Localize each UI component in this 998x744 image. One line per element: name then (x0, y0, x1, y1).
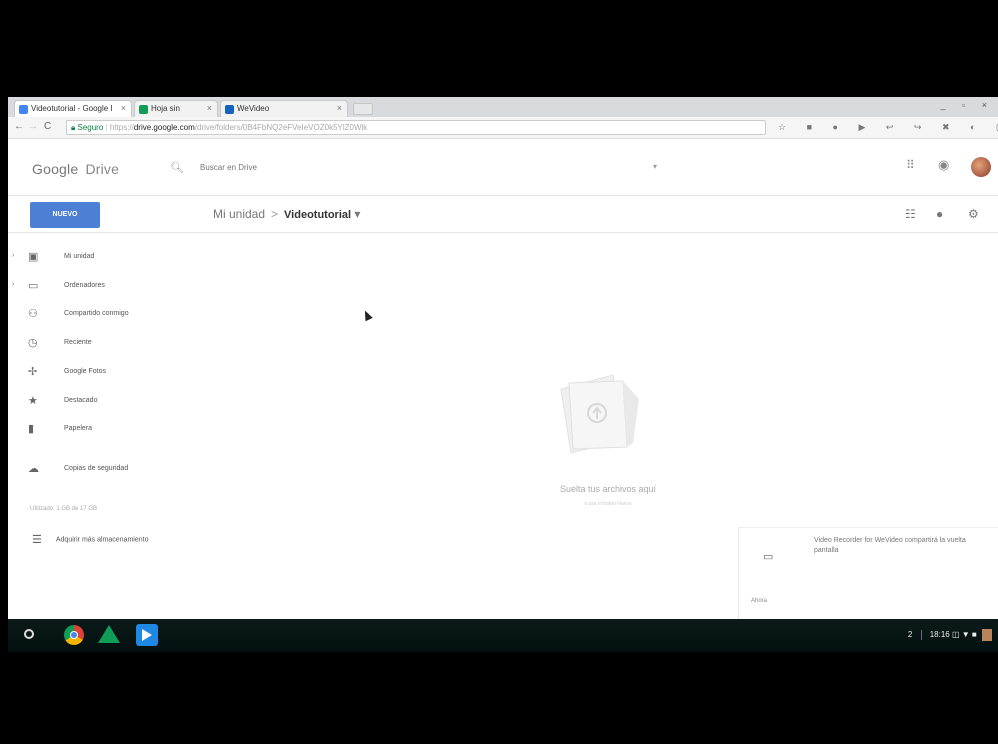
search-input[interactable] (200, 163, 650, 172)
expand-arrow-icon[interactable]: › (12, 252, 14, 259)
breadcrumb-separator: > (271, 207, 279, 221)
url-scheme: https:// (109, 123, 134, 132)
close-icon[interactable]: × (337, 103, 342, 113)
sidebar-item-mi-unidad[interactable]: › ▣ Mi unidad (8, 249, 208, 267)
close-icon[interactable]: × (207, 103, 212, 113)
forward-icon[interactable]: → (28, 121, 38, 132)
sidebar-item-label: Papelera (64, 425, 93, 432)
tray-number: 2 (907, 630, 913, 640)
url-field[interactable]: 🔒︎ Seguro | https://drive.google.com/dri… (66, 120, 766, 135)
tray-status-icons: ◫ ▼ ■ (952, 630, 977, 640)
sidebar-item-reciente[interactable]: ◷ Reciente (8, 335, 208, 353)
sidebar-item-compartido[interactable]: ⚇ Compartido conmigo (8, 306, 208, 324)
sidebar-item-google-fotos[interactable]: ✢ Google Fotos (8, 364, 208, 382)
chrome-app-icon[interactable] (64, 625, 84, 645)
system-tray[interactable]: 2 18:16 ◫ ▼ ■ (908, 629, 992, 641)
apps-grid-icon[interactable]: ⠿ (906, 158, 915, 172)
empty-state-message: Suelta tus archivos aquí (559, 484, 657, 494)
tab-hoja[interactable]: Hoja sin × (134, 100, 218, 117)
search-options-icon[interactable]: ▾ (653, 162, 657, 171)
tab-label: Videotutorial - Google I (31, 104, 113, 113)
google-drive-logo[interactable]: Google Drive (32, 161, 119, 177)
pinwheel-icon: ✢ (28, 366, 38, 378)
chromebook-screen: Videotutorial - Google I × Hoja sin × We… (8, 97, 998, 652)
sidebar-item-label: Compartido conmigo (64, 310, 129, 317)
sidebar-item-label: Mi unidad (64, 253, 95, 260)
star-icon: ★ (28, 395, 38, 407)
chromeos-shelf: 2 18:16 ◫ ▼ ■ (8, 619, 998, 652)
breadcrumb-current[interactable]: Videotutorial (284, 209, 351, 221)
wevideo-tab-icon (225, 105, 234, 114)
window-controls[interactable]: _ ▫ × (941, 100, 994, 110)
drive-toolbar: NUEVO Mi unidad > Videotutorial ▾ ☷ ● ⚙ (8, 197, 998, 233)
lock-icon: 🔒︎ (71, 123, 76, 132)
sidebar-item-papelera[interactable]: ▮ Papelera (8, 421, 208, 439)
tab-strip: Videotutorial - Google I × Hoja sin × We… (8, 97, 998, 117)
screen-icon: ▭ (763, 551, 774, 563)
sidebar-item-label: Google Fotos (64, 368, 107, 375)
clock-time: 18:16 (929, 630, 950, 640)
tab-wevideo[interactable]: WeVideo × (220, 100, 348, 117)
sidebar-item-ordenadores[interactable]: › ▭ Ordenadores (8, 278, 208, 296)
avatar[interactable] (971, 157, 991, 177)
notification-timestamp: Ahora (751, 598, 768, 604)
breadcrumb: Mi unidad > Videotutorial ▾ (213, 207, 360, 221)
drive-icon: ▣ (28, 251, 39, 263)
drive-header: Google Drive 🔍︎ ▾ ⠿ ◉ (8, 140, 998, 196)
buy-storage-link[interactable]: ☰ Adquirir más almacenamiento (32, 533, 148, 546)
user-avatar-icon (982, 629, 992, 641)
new-tab-button[interactable] (353, 103, 373, 115)
mouse-cursor (361, 308, 373, 322)
screen-share-notification[interactable]: ▭ Video Recorder for WeVideo compartirá … (738, 527, 998, 620)
empty-folder-illustration (560, 374, 639, 454)
url-path: /drive/folders/0B4FbNQ2eFVeIeVOZ0k5YlZ0W… (194, 123, 368, 132)
url-host: drive.google.com (133, 123, 195, 132)
sidebar-item-label: Destacado (64, 397, 98, 404)
new-button[interactable]: NUEVO (30, 202, 100, 228)
storage-icon: ☰ (32, 534, 42, 546)
expand-arrow-icon[interactable]: › (12, 281, 14, 288)
empty-state-submessage: o usa el botón Nuevo (584, 501, 632, 507)
close-icon[interactable]: × (121, 103, 126, 113)
notification-text: Video Recorder for WeVideo compartirá la… (814, 537, 966, 554)
reload-icon[interactable]: C (44, 121, 51, 132)
sidebar-item-label: Reciente (64, 339, 92, 346)
drive-tab-icon (19, 105, 28, 114)
gear-icon[interactable]: ⚙ (968, 207, 979, 221)
sidebar-item-copias[interactable]: ☁ Copias de seguridad (8, 461, 208, 479)
breadcrumb-root[interactable]: Mi unidad (213, 207, 265, 221)
extension-icons[interactable]: ☆ ■ ● ▶ ↩ ↪ ✖ ◐ ▢ ⋮ (778, 122, 998, 133)
people-icon: ⚇ (28, 308, 38, 320)
tab-label: Hoja sin (151, 104, 180, 113)
tab-label: WeVideo (237, 104, 270, 113)
wevideo-app-icon[interactable] (136, 624, 158, 646)
drive-app-icon[interactable] (98, 625, 120, 643)
notifications-icon[interactable]: ◉ (938, 157, 949, 173)
trash-icon: ▮ (28, 423, 35, 435)
list-view-icon[interactable]: ☷ (905, 207, 916, 221)
sidebar-item-destacado[interactable]: ★ Destacado (8, 393, 208, 411)
back-icon[interactable]: ← (14, 121, 24, 132)
cloud-icon: ☁ (28, 463, 39, 475)
storage-usage: Utilizado: 1 GB de 17 GB (30, 506, 98, 512)
sidebar-item-label: Copias de seguridad (64, 465, 129, 472)
google-wordmark: Google (32, 161, 79, 177)
chevron-down-icon[interactable]: ▾ (354, 207, 360, 221)
sheets-tab-icon (139, 105, 148, 114)
computer-icon: ▭ (28, 280, 39, 292)
buy-storage-label: Adquirir más almacenamiento (55, 536, 149, 544)
product-name: Drive (85, 161, 120, 177)
search-icon[interactable]: 🔍︎ (170, 161, 184, 174)
secure-label: Seguro (77, 123, 104, 132)
address-bar: ← → C 🔒︎ Seguro | https://drive.google.c… (8, 117, 998, 139)
launcher-icon[interactable] (24, 629, 34, 639)
clock-icon: ◷ (28, 337, 38, 349)
info-icon[interactable]: ● (936, 207, 943, 221)
tab-videotutorial[interactable]: Videotutorial - Google I × (14, 100, 132, 117)
sidebar-item-label: Ordenadores (64, 282, 105, 289)
